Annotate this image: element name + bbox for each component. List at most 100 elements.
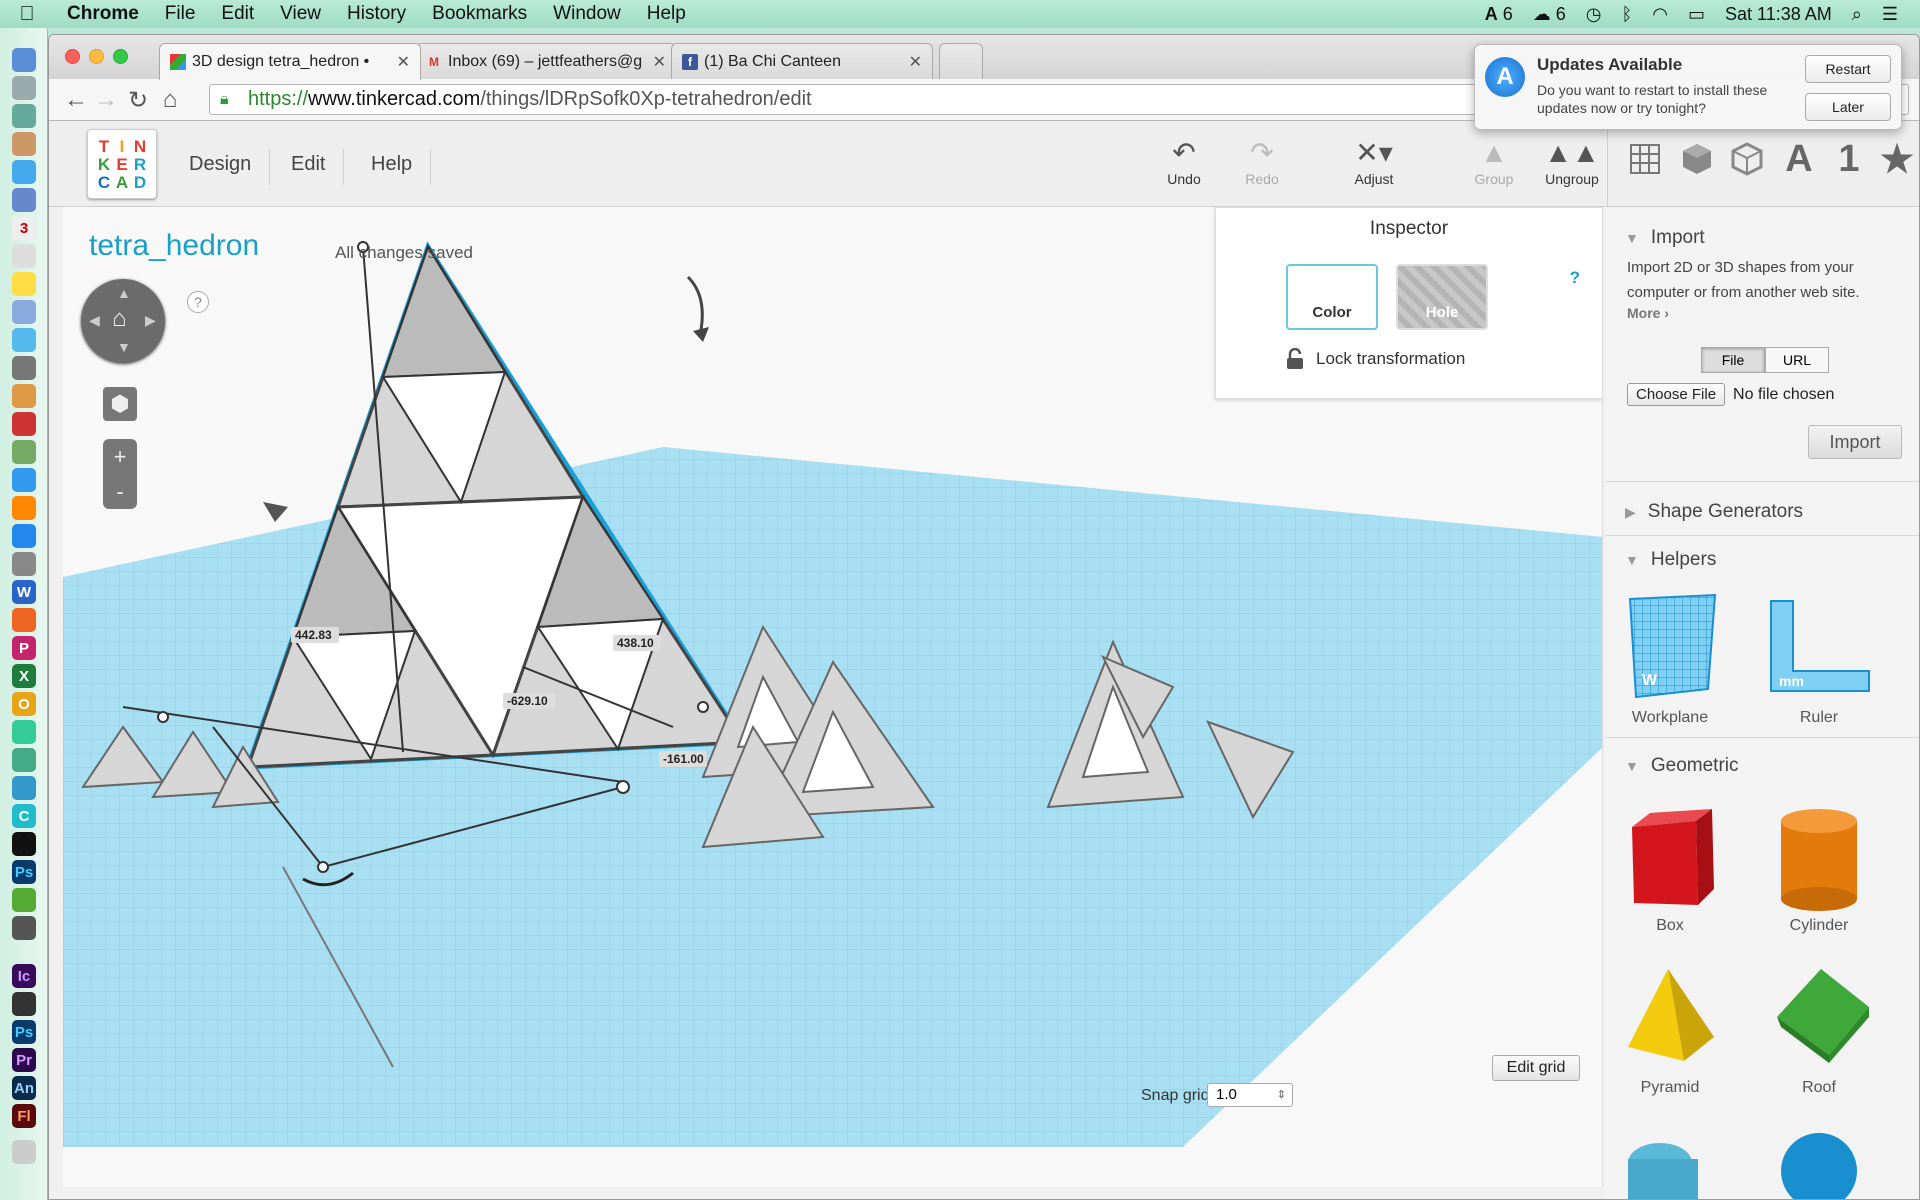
viewport-help-icon[interactable]: ? [187,291,209,313]
view-handle-icon[interactable] [263,502,288,522]
tinkercad-logo[interactable]: T I N K E R C A D [87,129,157,199]
updates-notification[interactable]: A Updates Available Do you want to resta… [1474,44,1902,130]
hole-cube-tab-icon[interactable] [1721,133,1773,185]
messages-icon[interactable] [12,328,36,352]
pyramid-shape[interactable]: Pyramid [1610,959,1730,1097]
orbit-right-icon[interactable]: ▶ [145,312,156,329]
fit-view-icon[interactable]: ⬢ [103,387,137,421]
itunes-icon[interactable] [12,468,36,492]
minimize-window-button[interactable] [89,49,104,64]
adjust-button[interactable]: ✕▾ Adjust [1334,135,1414,187]
color-swatch-button[interactable]: Color [1286,264,1378,330]
menu-edit[interactable]: Edit [208,3,267,25]
menu-window[interactable]: Window [540,3,634,25]
utorrent-icon[interactable] [12,888,36,912]
menu-view[interactable]: View [267,3,334,25]
bluetooth-icon[interactable]: ᛒ [1621,4,1632,25]
design-title[interactable]: tetra_hedron [89,229,259,263]
trash-icon[interactable] [12,1140,36,1164]
books-icon[interactable] [12,496,36,520]
ibooks-icon[interactable] [12,412,36,436]
orbit-down-icon[interactable]: ▼ [117,339,131,355]
snap-grid-select[interactable]: 1.0 ⇕ [1207,1083,1293,1107]
menu-app-name[interactable]: Chrome [54,3,152,25]
premiere-icon[interactable]: Pr [12,1048,36,1072]
battery-icon[interactable]: ▭ [1688,4,1705,25]
incopy-icon[interactable]: Ic [12,964,36,988]
roof-shape[interactable]: Roof [1759,959,1879,1097]
orbit-control[interactable]: ▲ ▼ ◀ ▶ ⌂ [81,279,165,363]
menubar-clock[interactable]: Sat 11:38 AM [1725,4,1832,25]
letters-tab[interactable]: A [1773,133,1825,185]
restart-button[interactable]: Restart [1805,55,1891,83]
photoshop-icon[interactable]: Ps [12,860,36,884]
calendar-icon[interactable]: 3 [12,216,36,240]
cube-shapes-tab-icon[interactable] [1671,133,1723,185]
menu-history[interactable]: History [334,3,419,25]
close-tab-icon[interactable]: ✕ [653,52,666,72]
box-shape[interactable]: Box [1610,797,1730,935]
choose-file-button[interactable]: Choose File [1627,383,1726,406]
url-toggle-button[interactable]: URL [1765,347,1829,373]
menu-help[interactable]: Help [353,149,432,185]
mail-icon[interactable] [12,188,36,212]
forward-icon[interactable]: → [91,85,121,115]
inkscape-icon[interactable] [12,832,36,856]
cyberduck-icon[interactable]: C [12,804,36,828]
undo-button[interactable]: ↶ Undo [1144,135,1224,187]
orbit-up-icon[interactable]: ▲ [117,285,131,301]
import-button[interactable]: Import [1808,425,1902,459]
later-button[interactable]: Later [1805,93,1891,121]
ungroup-button[interactable]: ▲▲ Ungroup [1532,135,1612,187]
maps-icon[interactable] [12,776,36,800]
close-tab-icon[interactable]: ✕ [397,52,410,72]
notification-center-icon[interactable]: ☰ [1882,4,1898,25]
3d-viewport[interactable]: 442.83 438.10 -629.10 -161.00 tetra_hedr… [63,207,1603,1187]
powerpoint-icon[interactable]: P [12,636,36,660]
edit-grid-button[interactable]: Edit grid [1492,1055,1580,1081]
home-view-icon[interactable]: ⌂ [112,305,127,333]
time-machine-icon[interactable]: ◷ [1586,4,1602,25]
zoom-in-button[interactable]: + [103,439,137,474]
tab-gmail[interactable]: M Inbox (69) – jettfeathers@g ✕ [415,43,677,79]
more-link[interactable]: More › [1627,305,1669,321]
zoom-out-button[interactable]: - [103,474,137,509]
firefox-icon[interactable] [12,608,36,632]
redo-button[interactable]: ↷ Redo [1222,135,1302,187]
bridge-icon[interactable] [12,992,36,1016]
chrome-icon[interactable] [12,748,36,772]
hole-swatch-button[interactable]: Hole [1396,264,1488,330]
menu-help[interactable]: Help [634,3,699,25]
inspector-help-icon[interactable]: ? [1570,268,1580,288]
notes-icon[interactable] [12,244,36,268]
orbit-left-icon[interactable]: ◀ [89,312,100,329]
animate-icon[interactable]: An [12,1076,36,1100]
flash-icon[interactable]: Fl [12,1104,36,1128]
numbers-tab[interactable]: 1 [1823,133,1875,185]
photos-icon[interactable] [12,300,36,324]
word-icon[interactable]: W [12,580,36,604]
apple-icon[interactable]:  [0,3,54,26]
close-tab-icon[interactable]: ✕ [909,52,922,72]
wifi-icon[interactable]: ◠ [1652,4,1668,25]
group-button[interactable]: ▲ Group [1454,135,1534,187]
ruler-helper[interactable]: mm Ruler [1759,589,1879,727]
round-roof-shape[interactable] [1610,1119,1730,1199]
adobe-status-icon[interactable]: A 6 [1485,4,1513,25]
file-toggle-button[interactable]: File [1701,347,1765,373]
shape-generators-header[interactable]: ▶ Shape Generators [1625,501,1803,523]
app-store-icon[interactable] [12,524,36,548]
cylinder-shape[interactable]: Cylinder [1759,797,1879,935]
menu-design[interactable]: Design [171,149,271,185]
helpers-header[interactable]: ▼ Helpers [1625,549,1716,571]
photoshop-cc-icon[interactable]: Ps [12,1020,36,1044]
close-window-button[interactable] [65,49,80,64]
spotlight-icon[interactable]: ⌕ [1852,4,1862,25]
menu-edit[interactable]: Edit [273,149,345,185]
outlook-icon[interactable]: O [12,692,36,716]
lock-transformation-toggle[interactable]: Lock transformation [1286,348,1465,370]
preview-icon[interactable] [12,104,36,128]
back-icon[interactable]: ← [61,85,91,115]
symbols-tab[interactable]: ★ [1871,133,1919,185]
geometric-header[interactable]: ▼ Geometric [1625,755,1739,777]
